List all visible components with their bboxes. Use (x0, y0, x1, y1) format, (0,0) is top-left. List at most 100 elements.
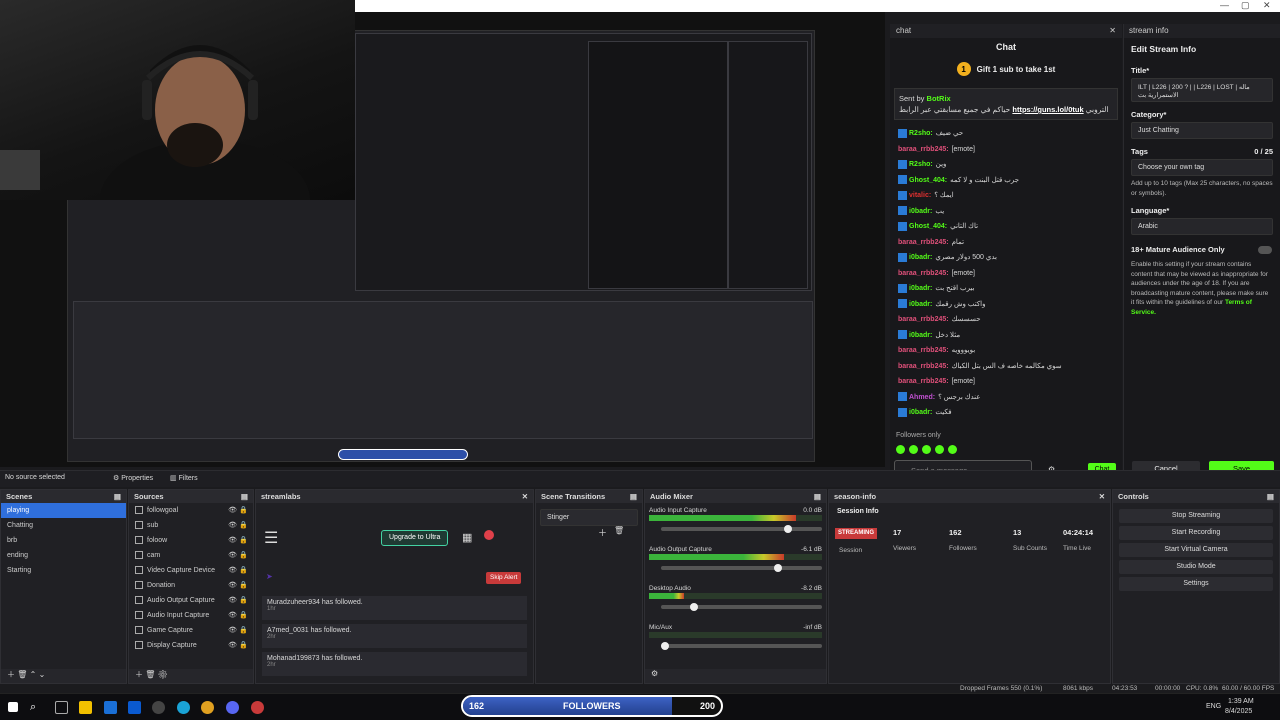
close-icon[interactable]: ✕ (1099, 492, 1105, 501)
close-icon[interactable]: ✕ (1263, 0, 1271, 11)
filters-button[interactable]: ▥ Filters (170, 474, 198, 482)
chrome-icon[interactable] (201, 701, 214, 714)
down-icon[interactable]: ⌄ (39, 670, 46, 679)
scene-item[interactable]: ending (1, 548, 126, 563)
eye-icon[interactable]: 👁 (228, 518, 237, 533)
chat-username[interactable]: vitalic: (909, 192, 931, 199)
trash-icon[interactable]: 🗑 (17, 670, 27, 679)
explorer-icon[interactable] (79, 701, 92, 714)
chat-username[interactable]: baraa_rrbb245: (898, 316, 949, 323)
control-button[interactable]: Stop Streaming (1119, 509, 1273, 523)
dock-menu-icon[interactable]: ▤ (630, 492, 637, 501)
properties-button[interactable]: ⚙ Properties (113, 474, 153, 482)
chat-username[interactable]: baraa_rrbb245: (898, 270, 949, 277)
scene-item[interactable]: Chatting (1, 518, 126, 533)
emote-icon[interactable] (922, 445, 931, 454)
source-item[interactable]: Game Capture 👁 🔒 (129, 623, 253, 638)
upgrade-button[interactable]: Upgrade to Ultra (381, 530, 449, 546)
title-input[interactable]: ILT | L226 | 200 ? | | L226 | LOST | مال… (1131, 78, 1273, 102)
chat-username[interactable]: Ghost_404: (909, 177, 947, 184)
hamburger-icon[interactable]: ☰ (264, 528, 278, 548)
language-indicator[interactable]: ENG (1206, 703, 1221, 710)
emote-icon[interactable] (948, 445, 957, 454)
slider-handle[interactable] (661, 642, 669, 650)
chat-username[interactable]: i0badr: (909, 285, 932, 292)
source-item[interactable]: foloow 👁 🔒 (129, 533, 253, 548)
chat-username[interactable]: i0badr: (909, 409, 932, 416)
search-icon[interactable]: ⌕ (30, 701, 43, 714)
chat-username[interactable]: i0badr: (909, 208, 932, 215)
add-icon[interactable]: ＋ (598, 526, 607, 539)
chat-username[interactable]: R2sho: (909, 130, 933, 137)
trash-icon[interactable]: 🗑 (145, 670, 155, 679)
chat-username[interactable]: baraa_rrbb245: (898, 363, 949, 370)
control-button[interactable]: Settings (1119, 577, 1273, 591)
chat-username[interactable]: Ghost_404: (909, 223, 947, 230)
control-button[interactable]: Start Virtual Camera (1119, 543, 1273, 557)
start-icon[interactable] (8, 702, 18, 712)
eye-icon[interactable]: 👁 (228, 533, 237, 548)
add-icon[interactable]: ＋ (135, 670, 143, 679)
lock-icon[interactable]: 🔒 (239, 563, 248, 578)
control-button[interactable]: Studio Mode (1119, 560, 1273, 574)
mature-toggle[interactable] (1258, 246, 1272, 254)
lock-icon[interactable]: 🔒 (239, 593, 248, 608)
dock-menu-icon[interactable]: ▤ (241, 492, 248, 501)
chat-username[interactable]: baraa_rrbb245: (898, 146, 949, 153)
gift-banner[interactable]: 1 Gift 1 sub to take 1st (890, 56, 1122, 82)
up-icon[interactable]: ⌃ (30, 670, 37, 679)
lock-icon[interactable]: 🔒 (239, 503, 248, 518)
send-icon[interactable]: ➤ (266, 572, 273, 581)
close-icon[interactable]: ✕ (522, 492, 528, 501)
chat-username[interactable]: R2sho: (909, 161, 933, 168)
chat-username[interactable]: Ahmed: (909, 394, 935, 401)
source-item[interactable]: Display Capture 👁 🔒 (129, 638, 253, 653)
alert-icon[interactable] (484, 530, 494, 540)
mail-icon[interactable] (104, 701, 117, 714)
tags-input[interactable]: Choose your own tag (1131, 159, 1273, 176)
dock-menu-icon[interactable]: ▤ (1267, 492, 1274, 501)
obs-icon[interactable] (152, 701, 165, 714)
language-select[interactable]: Arabic (1131, 218, 1273, 235)
grid-icon[interactable]: ▦ (462, 531, 472, 544)
eye-icon[interactable]: 👁 (228, 623, 237, 638)
emote-icon[interactable] (896, 445, 905, 454)
recorder-icon[interactable] (251, 701, 264, 714)
edge-icon[interactable] (177, 701, 190, 714)
source-item[interactable]: Donation 👁 🔒 (129, 578, 253, 593)
emote-icon[interactable] (909, 445, 918, 454)
settings-icon[interactable]: ⚙ (158, 670, 168, 679)
clock-date[interactable]: 8/4/2025 (1225, 708, 1252, 715)
lock-icon[interactable]: 🔒 (239, 533, 248, 548)
source-item[interactable]: Video Capture Device 👁 🔒 (129, 563, 253, 578)
eye-icon[interactable]: 👁 (228, 503, 237, 518)
add-icon[interactable]: ＋ (7, 670, 15, 679)
lock-icon[interactable]: 🔒 (239, 608, 248, 623)
pinned-link[interactable]: https://guns.lol/0tuk (1012, 105, 1083, 114)
lock-icon[interactable]: 🔒 (239, 548, 248, 563)
skip-alert-button[interactable]: Skip Alert (486, 572, 522, 584)
eye-icon[interactable]: 👁 (228, 548, 237, 563)
volume-slider[interactable] (661, 603, 822, 611)
volume-slider[interactable] (661, 642, 822, 650)
lock-icon[interactable]: 🔒 (239, 623, 248, 638)
volume-slider[interactable] (661, 525, 822, 533)
taskview-icon[interactable] (55, 701, 68, 714)
chat-username[interactable]: i0badr: (909, 301, 932, 308)
eye-icon[interactable]: 👁 (228, 578, 237, 593)
chat-username[interactable]: baraa_rrbb245: (898, 378, 949, 385)
dock-menu-icon[interactable]: ▤ (814, 492, 821, 501)
settings-icon[interactable]: ⚙ (651, 669, 658, 678)
emote-icon[interactable] (935, 445, 944, 454)
clock-time[interactable]: 1:39 AM (1228, 698, 1254, 705)
chat-username[interactable]: i0badr: (909, 254, 932, 261)
chat-username[interactable]: baraa_rrbb245: (898, 347, 949, 354)
trash-icon[interactable]: 🗑 (614, 526, 624, 535)
scene-item[interactable]: brb (1, 533, 126, 548)
minimize-icon[interactable]: — (1220, 0, 1229, 10)
maximize-icon[interactable]: ▢ (1241, 0, 1250, 11)
lock-icon[interactable]: 🔒 (239, 638, 248, 653)
lock-icon[interactable]: 🔒 (239, 578, 248, 593)
eye-icon[interactable]: 👁 (228, 638, 237, 653)
discord-icon[interactable] (226, 701, 239, 714)
